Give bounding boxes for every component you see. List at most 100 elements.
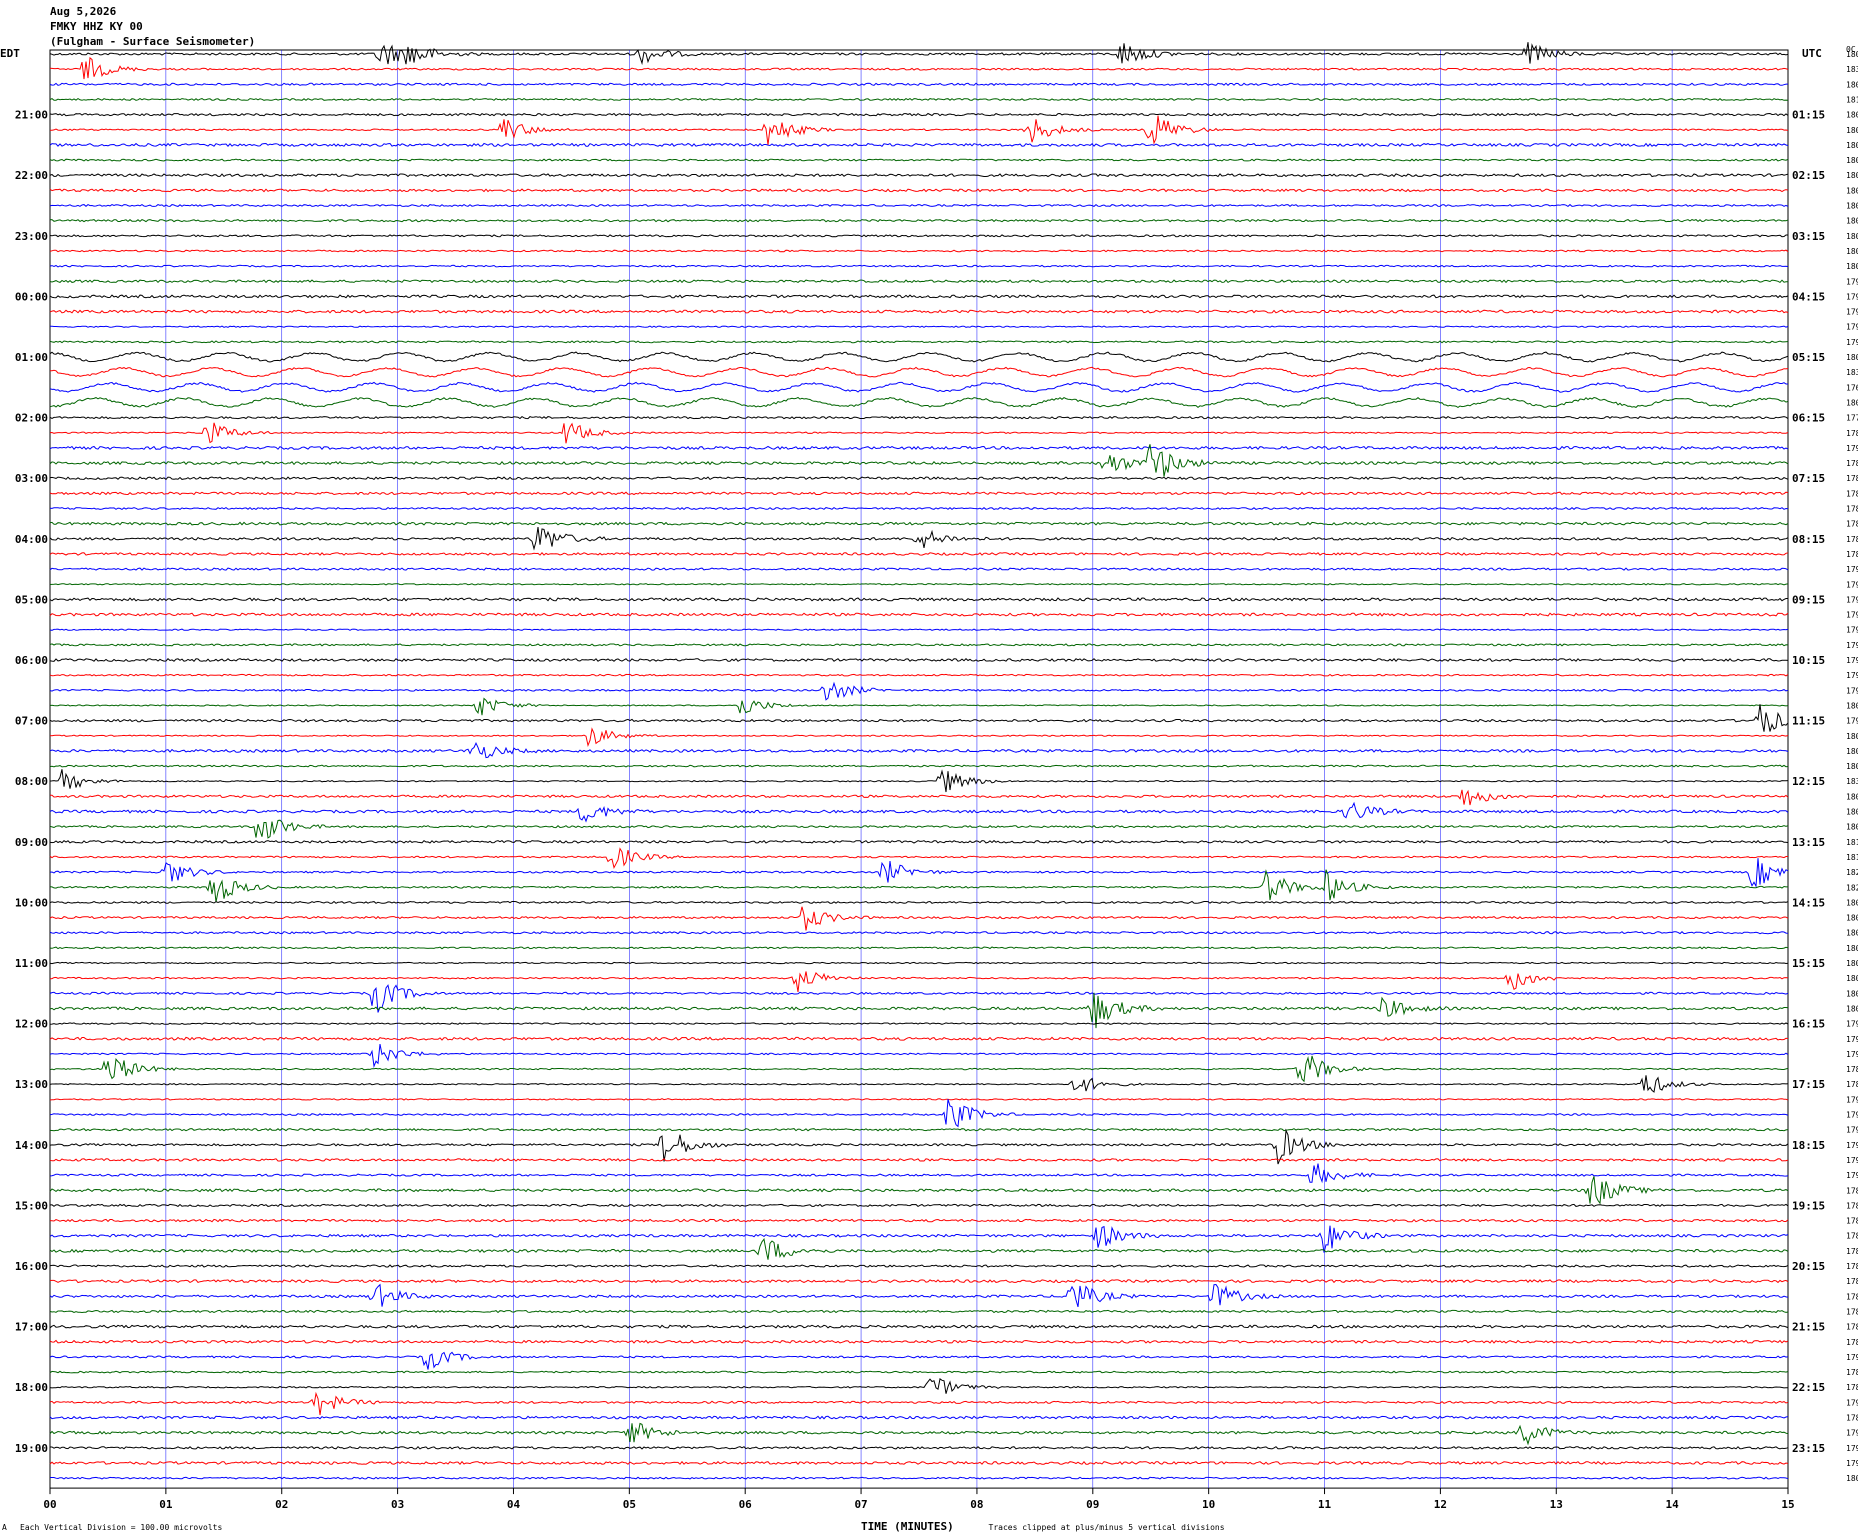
x-tick-label: 00 (43, 1498, 56, 1511)
left-hour-label: 13:00 (15, 1078, 48, 1091)
trace-line (49, 1415, 1789, 1420)
right-hour-label: 01:15 (1792, 109, 1825, 122)
trace-count-label: 1785 (1846, 429, 1858, 438)
trace-count-label: 1801 (1846, 247, 1858, 256)
trace-count-label: 1795 (1846, 595, 1858, 604)
trace-count-label: 1790 (1846, 1171, 1858, 1180)
x-tick-label: 13 (1550, 1498, 1563, 1511)
trace-count-label: 1789 (1846, 1383, 1858, 1392)
trace-count-label: 1801 (1846, 701, 1858, 710)
trace-count-label: 1790 (1846, 1398, 1858, 1407)
clip-note: Traces clipped at plus/minus 5 vertical … (989, 1523, 1225, 1532)
trace-line (49, 294, 1789, 299)
right-hour-label: 15:15 (1792, 957, 1825, 970)
trace-line (49, 612, 1789, 617)
trace-line (49, 422, 1789, 444)
trace-count-label: 1807 (1846, 929, 1858, 938)
trace-line (49, 552, 1789, 556)
trace-count-label: 1788 (1846, 1186, 1858, 1195)
trace-line (49, 203, 1789, 208)
trace-count-label: 1799 (1846, 277, 1858, 286)
trace-line (49, 869, 1788, 903)
left-hour-label: 09:00 (15, 836, 48, 849)
left-hour-label: 22:00 (15, 169, 48, 182)
x-tick-label: 05 (623, 1498, 636, 1511)
trace-line (49, 1044, 1789, 1069)
trace-line (49, 1158, 1789, 1162)
trace-count-label: 1810 (1846, 838, 1858, 847)
trace-count-label: 1805 (1846, 217, 1858, 226)
trace-line (49, 971, 1789, 992)
x-axis-title: TIME (MINUTES) (861, 1520, 954, 1533)
right-hour-label: 04:15 (1792, 290, 1825, 303)
trace-count-label: 1798 (1846, 1020, 1858, 1029)
left-hour-label: 11:00 (15, 957, 48, 970)
trace-line (49, 1370, 1789, 1374)
trace-count-label: 1806 (1846, 202, 1858, 211)
trace-count-label: 1808 (1846, 353, 1858, 362)
trace-line (49, 727, 1789, 747)
trace-line (49, 643, 1789, 647)
trace-line (49, 42, 1789, 66)
left-hour-label: 08:00 (15, 775, 48, 788)
trace-count-label: 1773 (1846, 414, 1858, 423)
trace-line (49, 56, 1789, 80)
left-hour-label: 12:00 (15, 1018, 48, 1031)
trace-count-label: 1794 (1846, 580, 1858, 589)
trace-line (49, 1203, 1789, 1208)
trace-line (49, 931, 1789, 935)
trace-count-label: 1786 (1846, 1368, 1858, 1377)
trace-count-label: 1787 (1846, 1323, 1858, 1332)
trace-count-label: 1805 (1846, 186, 1858, 195)
trace-count-label: 1796 (1846, 1035, 1858, 1044)
trace-line (49, 218, 1789, 223)
x-tick-label: 07 (854, 1498, 867, 1511)
trace-line (49, 506, 1789, 511)
trace-line (49, 583, 1789, 586)
trace-line (49, 527, 1789, 551)
trace-count-label: 1788 (1846, 489, 1858, 498)
trace-count-label: 1792 (1846, 641, 1858, 650)
trace-count-label: 1794 (1846, 444, 1858, 453)
right-hour-label: 16:15 (1792, 1018, 1825, 1031)
trace-line (49, 1378, 1789, 1394)
x-tick-label: 11 (1318, 1498, 1332, 1511)
right-hour-label: 17:15 (1792, 1078, 1825, 1091)
trace-line (50, 1445, 1789, 1450)
trace-count-label: 1801 (1846, 232, 1858, 241)
trace-count-label: 1789 (1846, 1338, 1858, 1347)
trace-line (49, 961, 1789, 965)
trace-line (49, 900, 1789, 904)
left-hour-label: 15:00 (15, 1199, 48, 1212)
x-tick-label: 10 (1202, 1498, 1215, 1511)
trace-line (49, 704, 1789, 732)
trace-line (49, 673, 1789, 677)
trace-count-label: 1786 (1846, 1277, 1858, 1286)
trace-count-label: 1805 (1846, 944, 1858, 953)
trace-line (49, 697, 1789, 716)
trace-line (50, 1476, 1789, 1480)
trace-count-label: 1796 (1846, 611, 1858, 620)
helicorder-plot: 1805 1830 1809 1810 1805 1807 1809 1806 1807 1805… (0, 42, 1858, 1533)
trace-line (49, 476, 1789, 481)
trace-line (49, 839, 1789, 844)
trace-line (49, 1391, 1789, 1416)
trace-line (49, 1339, 1789, 1344)
trace-line (49, 279, 1789, 284)
trace-line (49, 567, 1789, 571)
trace-line (49, 1324, 1789, 1329)
trace-line (49, 906, 1789, 931)
trace-line (49, 142, 1789, 147)
right-hour-label: 12:15 (1792, 775, 1825, 788)
left-hour-label: 07:00 (15, 715, 48, 728)
trace-count-label: 1787 (1846, 1414, 1858, 1423)
trace-count-label: 1799 (1846, 1459, 1858, 1468)
left-hour-label: 18:00 (15, 1381, 48, 1394)
trace-line (49, 1036, 1789, 1041)
trace-line (49, 396, 1789, 409)
trace-line (49, 491, 1789, 496)
trace-count-label: 1804 (1846, 898, 1858, 907)
trace-count-label: 1794 (1846, 338, 1858, 347)
trace-line (49, 769, 1789, 793)
x-tick-label: 12 (1434, 1498, 1447, 1511)
